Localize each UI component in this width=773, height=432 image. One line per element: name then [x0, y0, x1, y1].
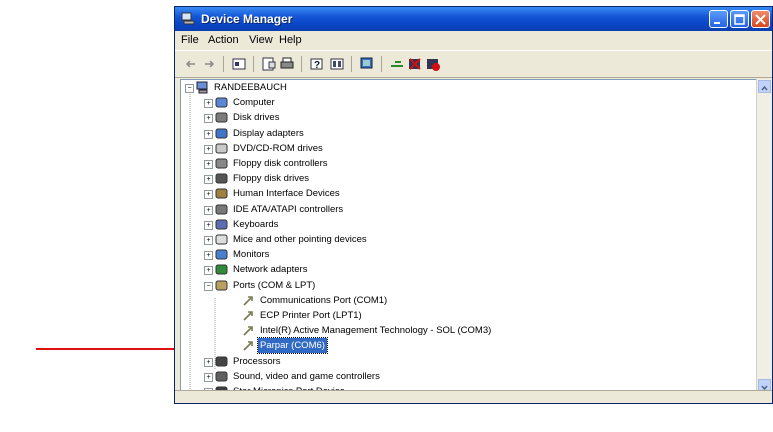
toolbar-separator [253, 56, 254, 72]
expand-icon[interactable]: + [204, 160, 213, 169]
cd-icon [215, 143, 228, 154]
port-child-icon [243, 326, 253, 336]
tree-item-display-adapters-label: Display adapters [233, 128, 304, 139]
expand-icon[interactable]: + [204, 175, 213, 184]
tree-item-network-adapters-label: Network adapters [233, 264, 308, 275]
print-icon[interactable] [279, 56, 295, 72]
scan-hardware-icon[interactable] [359, 56, 375, 72]
maximize-icon [734, 14, 745, 25]
port-child-icon [243, 296, 253, 306]
chevron-up-icon [761, 85, 768, 91]
computer-icon [196, 81, 208, 94]
tree-item-sound-video-and-game-controllers-label: Sound, video and game controllers [233, 371, 380, 382]
vertical-scrollbar[interactable] [756, 79, 772, 393]
port-item-4-label: Parpar (COM6) [257, 337, 328, 354]
expand-icon[interactable]: + [204, 373, 213, 382]
tree-item-floppy-disk-controllers-label: Floppy disk controllers [233, 158, 328, 169]
toolbar-separator [223, 56, 224, 72]
toolbar-separator [381, 56, 382, 72]
tree-item-mice-and-other-pointing-devices-label: Mice and other pointing devices [233, 234, 367, 245]
tree-item-disk-drives-label: Disk drives [233, 112, 280, 123]
disk-drive-icon [215, 112, 228, 123]
expand-icon[interactable]: + [204, 190, 213, 199]
port-item-3-label: Intel(R) Active Management Technology - … [260, 325, 492, 336]
ide-icon [215, 204, 228, 215]
expand-icon[interactable]: + [204, 266, 213, 275]
computer-icon [215, 97, 228, 108]
menu-file[interactable]: File [181, 34, 199, 46]
menu-help[interactable]: Help [279, 34, 302, 46]
port-item-1-label: Communications Port (COM1) [260, 295, 388, 306]
expand-icon[interactable]: + [204, 251, 213, 260]
menu-action[interactable]: Action [208, 34, 239, 46]
tree-item-computer-label: Computer [233, 97, 275, 108]
tree-root-label: RANDEEBAUCH [214, 82, 287, 93]
toolbar-separator [351, 56, 352, 72]
port-child-icon [243, 341, 253, 351]
expand-icon[interactable]: + [204, 145, 213, 154]
device-manager-icon [181, 12, 195, 25]
port-icon [215, 280, 228, 291]
close-icon [755, 14, 766, 25]
collapse-icon[interactable]: − [185, 84, 194, 93]
back-icon[interactable] [183, 56, 199, 72]
menu-view[interactable]: View [249, 34, 273, 46]
disable-icon[interactable] [425, 56, 441, 72]
window-title: Device Manager [201, 12, 293, 26]
display-icon [215, 128, 228, 139]
tree-item-ports-com-lpt-label: Ports (COM & LPT) [233, 280, 316, 291]
minimize-icon [714, 22, 720, 24]
mouse-icon [215, 234, 228, 245]
collapse-icon[interactable]: − [204, 282, 213, 291]
device-manager-window: Device Manager File Action View Help ? −… [174, 6, 773, 404]
help-icon[interactable]: ? [309, 56, 325, 72]
tree-item-dvd-cd-rom-drives-label: DVD/CD-ROM drives [233, 143, 323, 154]
processor-icon [215, 356, 228, 367]
expand-icon[interactable]: + [204, 358, 213, 367]
tree-item-ide-ata-atapi-controllers-label: IDE ATA/ATAPI controllers [233, 204, 344, 215]
hid-icon [215, 188, 228, 199]
close-button[interactable] [751, 10, 770, 28]
tree-item-floppy-disk-drives-label: Floppy disk drives [233, 173, 310, 184]
menu-bar: File Action View Help [175, 31, 772, 49]
expand-icon[interactable]: + [204, 99, 213, 108]
toolbar: ? [175, 50, 772, 78]
keyboard-icon [215, 219, 228, 230]
forward-icon[interactable] [201, 56, 217, 72]
controller-icon [215, 158, 228, 169]
device-tree[interactable]: − RANDEEBAUCH + Computer + Disk drives + Disp… [180, 79, 761, 393]
title-bar[interactable]: Device Manager [175, 7, 772, 31]
expand-icon[interactable]: + [204, 114, 213, 123]
port-child-icon [243, 311, 253, 321]
expand-icon[interactable]: + [204, 221, 213, 230]
update-driver-icon[interactable] [389, 56, 405, 72]
status-bar [175, 390, 772, 403]
console-icon[interactable] [231, 56, 247, 72]
tree-item-human-interface-devices-label: Human Interface Devices [233, 188, 340, 199]
uninstall-icon[interactable] [407, 56, 423, 72]
details-icon[interactable] [329, 56, 345, 72]
tree-item-monitors-label: Monitors [233, 249, 270, 260]
expand-icon[interactable]: + [204, 206, 213, 215]
network-icon [215, 264, 228, 275]
scroll-up-arrow[interactable] [758, 80, 771, 93]
floppy-icon [215, 173, 228, 184]
svg-text:?: ? [314, 60, 320, 71]
port-item-2-label: ECP Printer Port (LPT1) [260, 310, 362, 321]
tree-item-processors-label: Processors [233, 356, 281, 367]
monitor-icon [215, 249, 228, 260]
tree-item-keyboards-label: Keyboards [233, 219, 279, 230]
maximize-button[interactable] [730, 10, 749, 28]
properties-icon[interactable] [261, 56, 277, 72]
toolbar-separator [301, 56, 302, 72]
sound-icon [215, 371, 228, 382]
expand-icon[interactable]: + [204, 236, 213, 245]
minimize-button[interactable] [709, 10, 728, 28]
expand-icon[interactable]: + [204, 130, 213, 139]
